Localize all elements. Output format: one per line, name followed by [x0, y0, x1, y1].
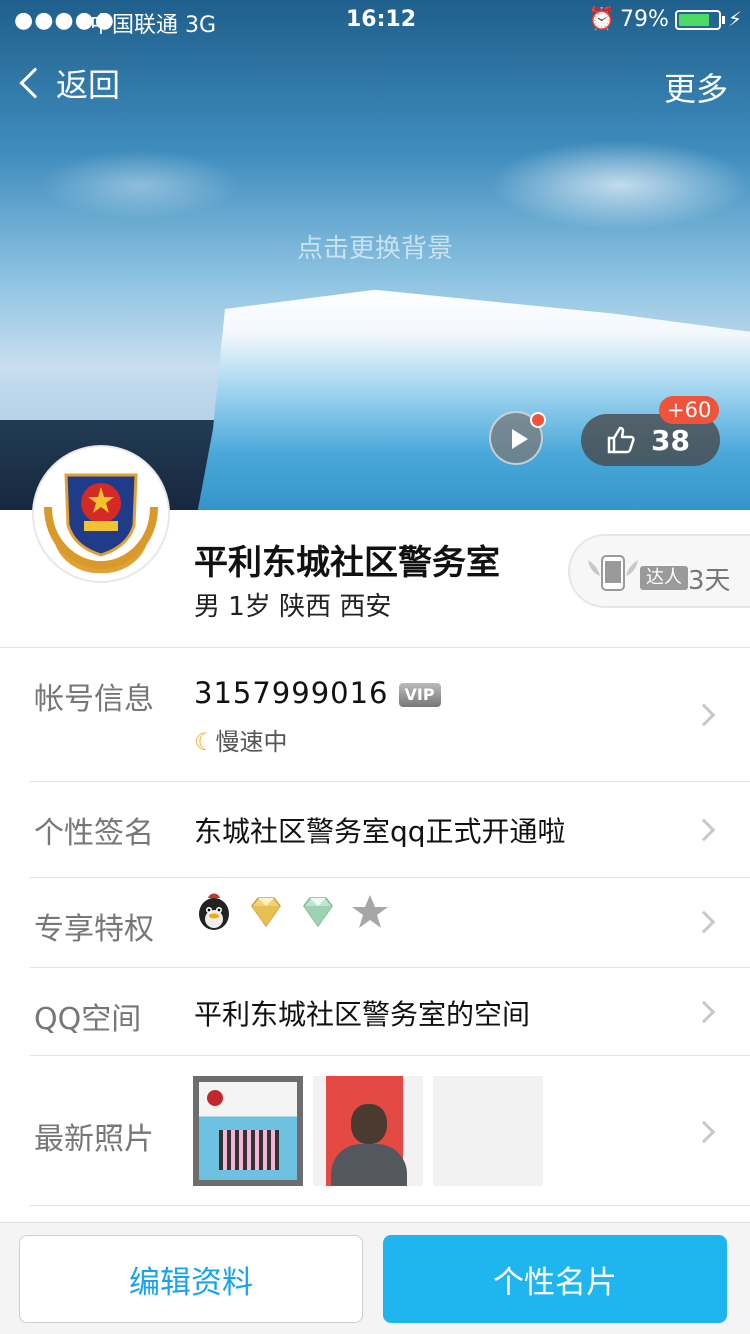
- photos-label: 最新照片: [34, 1122, 154, 1157]
- winged-phone-icon: [588, 555, 638, 591]
- divider: [0, 647, 750, 648]
- chevron-right-icon: [692, 1000, 716, 1024]
- qq-number-line: 3157999016 VIP: [194, 676, 441, 710]
- charging-icon: ⚡: [728, 7, 743, 31]
- personal-card-button[interactable]: 个性名片: [383, 1235, 727, 1323]
- cloud: [40, 150, 240, 220]
- change-background-hint[interactable]: 点击更换背景: [0, 228, 750, 265]
- carrier-label: 中国联通 3G: [90, 13, 217, 38]
- more-button[interactable]: 更多: [664, 64, 728, 110]
- profile-meta: 男 1岁 陕西 西安: [194, 592, 392, 622]
- cover-background[interactable]: ●●●●● 中国联通 3G 16:12 ⏰ 79% ⚡ 返回 更多 点击更换背景…: [0, 0, 750, 510]
- chevron-right-icon: [692, 703, 716, 727]
- notification-dot: [530, 412, 546, 428]
- vip-badge: VIP: [398, 683, 441, 707]
- battery-icon: [675, 10, 721, 30]
- speed-status-text: 慢速中: [215, 728, 288, 756]
- divider: [30, 1205, 750, 1206]
- privilege-icons: [194, 892, 390, 932]
- emblem-mark: [207, 1090, 223, 1106]
- qr-code: [219, 1130, 279, 1170]
- photo-thumbnail[interactable]: [193, 1076, 303, 1186]
- chevron-right-icon: [692, 818, 716, 842]
- signature-label: 个性签名: [34, 816, 154, 851]
- daren-tag: 达人: [640, 566, 688, 590]
- battery-tip: [722, 16, 725, 24]
- bottom-action-bar: 编辑资料 个性名片: [0, 1222, 750, 1334]
- profile-name: 平利东城社区警务室: [194, 543, 500, 583]
- chevron-left-icon: [19, 67, 51, 99]
- photo-thumbnail[interactable]: [313, 1076, 423, 1186]
- like-increment-badge: +60: [659, 396, 720, 424]
- photo-list: [193, 1076, 543, 1186]
- battery-percent: 79%: [620, 7, 669, 32]
- like-count: 38: [651, 423, 690, 457]
- star-icon: [352, 895, 388, 928]
- speed-status: ☾慢速中: [194, 722, 288, 757]
- status-time: 16:12: [346, 7, 417, 32]
- back-button[interactable]: 返回: [16, 60, 120, 106]
- alarm-clock-icon: ⏰: [588, 7, 616, 32]
- qzone-value: 平利东城社区警务室的空间: [194, 998, 531, 1031]
- police-emblem-icon: [44, 473, 158, 574]
- play-icon: [512, 429, 528, 449]
- moon-icon: ☾: [194, 728, 216, 756]
- portrait-head: [351, 1104, 387, 1144]
- qzone-label: QQ空间: [34, 1002, 142, 1037]
- privilege-label: 专享特权: [34, 912, 154, 947]
- avatar[interactable]: [34, 447, 168, 581]
- signature-value: 东城社区警务室qq正式开通啦: [194, 815, 566, 848]
- daren-days: 3天: [688, 566, 731, 596]
- yellow-diamond-icon: [251, 897, 281, 928]
- chevron-right-icon: [692, 910, 716, 934]
- qq-number: 3157999016: [194, 676, 389, 710]
- chevron-right-icon: [692, 1120, 716, 1144]
- green-diamond-icon: [303, 897, 333, 928]
- divider: [30, 967, 750, 968]
- account-label: 帐号信息: [34, 682, 154, 717]
- divider: [30, 781, 750, 782]
- divider: [30, 1055, 750, 1056]
- divider: [30, 877, 750, 878]
- edit-profile-button[interactable]: 编辑资料: [19, 1235, 363, 1323]
- battery-level: [679, 14, 709, 26]
- qq-penguin-icon: [199, 893, 229, 930]
- photo-placeholder[interactable]: [433, 1076, 543, 1186]
- cloud: [490, 140, 750, 230]
- daren-badge[interactable]: 达人 3天: [568, 534, 750, 608]
- thumbs-up-icon: [607, 426, 635, 454]
- portrait-body: [331, 1144, 407, 1186]
- back-label: 返回: [56, 66, 121, 104]
- status-bar: ●●●●● 中国联通 3G 16:12 ⏰ 79% ⚡: [0, 0, 750, 40]
